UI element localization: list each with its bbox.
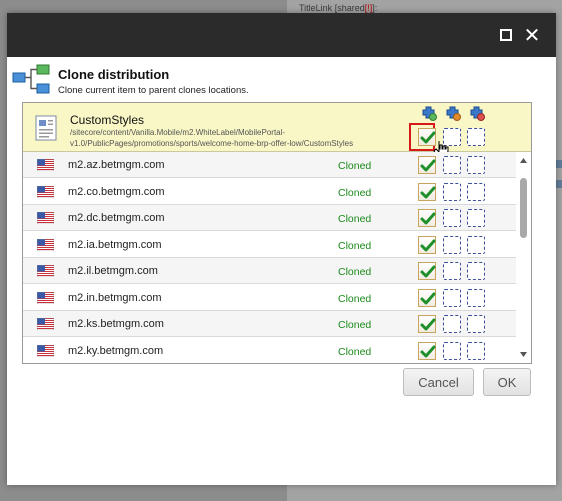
site-clone-checkbox-3[interactable] (467, 182, 485, 201)
site-clone-checkbox-3[interactable] (467, 315, 485, 333)
maximize-button[interactable] (496, 25, 516, 45)
clone-status: Cloned (338, 213, 372, 225)
cancel-button[interactable]: Cancel (403, 368, 474, 396)
list-scrollbar[interactable] (516, 152, 531, 363)
dialog-subtitle: Clone current item to parent clones loca… (58, 85, 249, 96)
site-name: m2.il.betmgm.com (68, 265, 158, 277)
site-clone-checkbox-3[interactable] (467, 235, 485, 254)
site-clone-checkbox-2[interactable] (443, 235, 461, 254)
close-icon: ✕ (523, 23, 541, 47)
site-name: m2.in.betmgm.com (68, 291, 162, 304)
clone-distribution-icon (12, 64, 50, 94)
clone-status: Cloned (338, 239, 372, 252)
clone-gray-icon (470, 106, 485, 121)
field-label-suffix: [shared (334, 3, 365, 13)
clone-distribution-dialog: ✕ Clone distribution Clone current item … (7, 13, 556, 485)
site-name: m2.ia.betmgm.com (68, 238, 162, 251)
clone-status: Cloned (338, 266, 372, 278)
clone-status: Cloned (338, 186, 372, 199)
site-name: m2.az.betmgm.com (68, 159, 165, 171)
site-clone-checkbox-1[interactable] (418, 315, 436, 333)
document-icon (35, 115, 57, 141)
us-flag-icon (36, 317, 55, 331)
site-clone-checkbox-1[interactable] (418, 209, 436, 227)
background-link-marker (556, 180, 562, 188)
scroll-up-icon[interactable] (519, 156, 528, 165)
maximize-icon (500, 29, 512, 41)
field-label-end: ]: (372, 3, 378, 13)
clone-status: Cloned (338, 345, 372, 358)
scroll-down-icon[interactable] (519, 350, 528, 359)
us-flag-icon (36, 291, 55, 304)
site-list: m2.az.betmgm.com Cloned m2.co.betmgm.com Cl… (23, 152, 516, 363)
item-clone-checkbox-3[interactable] (467, 128, 485, 146)
background-field-label: TitleLink [shared[!]]: (299, 3, 377, 13)
site-clone-checkbox-1[interactable] (418, 262, 436, 280)
site-clone-checkbox-1[interactable] (418, 156, 436, 174)
item-path: /sitecore/content/Vanilla.Mobile/m2.Whit… (70, 128, 354, 148)
site-clone-checkbox-2[interactable] (443, 341, 461, 360)
site-row: m2.dc.betmgm.com Cloned (23, 205, 516, 231)
site-clone-checkbox-2[interactable] (443, 262, 461, 280)
site-name: m2.ks.betmgm.com (68, 318, 164, 330)
site-name: m2.ky.betmgm.com (68, 344, 164, 357)
us-flag-icon (36, 238, 55, 251)
ok-button[interactable]: OK (483, 368, 531, 396)
site-clone-checkbox-3[interactable] (467, 156, 485, 174)
clone-status: Cloned (338, 292, 372, 305)
us-flag-icon (36, 344, 55, 357)
us-flag-icon (36, 185, 55, 198)
us-flag-icon (36, 211, 55, 225)
site-row: m2.ia.betmgm.com Cloned (23, 231, 516, 258)
site-clone-checkbox-3[interactable] (467, 262, 485, 280)
dialog-titlebar: ✕ (7, 13, 556, 57)
checkmark-icon (420, 186, 436, 198)
site-row: m2.ky.betmgm.com Cloned (23, 337, 516, 363)
checkmark-icon (420, 345, 436, 357)
dialog-title: Clone distribution (58, 67, 170, 82)
scrollbar-thumb[interactable] (520, 178, 527, 238)
clone-status: Cloned (338, 160, 372, 172)
site-clone-checkbox-1[interactable] (418, 341, 436, 360)
us-flag-icon (36, 264, 55, 278)
us-flag-icon (36, 158, 55, 172)
site-clone-checkbox-2[interactable] (443, 182, 461, 201)
site-clone-checkbox-3[interactable] (467, 209, 485, 227)
clone-icon (422, 106, 437, 121)
checkmark-icon (420, 318, 436, 331)
site-row: m2.il.betmgm.com Cloned (23, 258, 516, 284)
site-clone-checkbox-1[interactable] (418, 288, 436, 307)
close-button[interactable]: ✕ (522, 25, 542, 45)
field-label-text: TitleLink (299, 3, 333, 13)
dialog-header: Clone distribution Clone current item to… (7, 57, 556, 101)
site-clone-checkbox-1[interactable] (418, 182, 436, 201)
site-row: m2.ks.betmgm.com Cloned (23, 311, 516, 337)
item-name: CustomStyles (70, 113, 145, 127)
site-clone-checkbox-2[interactable] (443, 288, 461, 307)
source-item-row: CustomStyles /sitecore/content/Vanilla.M… (23, 103, 531, 159)
site-name: m2.dc.betmgm.com (68, 212, 165, 224)
site-clone-checkbox-2[interactable] (443, 156, 461, 174)
site-clone-checkbox-3[interactable] (467, 288, 485, 307)
clone-blue-icon (446, 106, 461, 121)
background-link-marker (556, 160, 562, 168)
site-row: m2.in.betmgm.com Cloned (23, 284, 516, 311)
checkmark-icon (420, 159, 436, 172)
checkmark-icon (420, 212, 436, 225)
clone-status: Cloned (338, 319, 372, 331)
site-clone-checkbox-2[interactable] (443, 315, 461, 333)
site-row: m2.az.betmgm.com Cloned (23, 152, 516, 178)
checkmark-icon (420, 239, 436, 251)
clone-list-panel: CustomStyles /sitecore/content/Vanilla.M… (22, 102, 532, 364)
checkmark-icon (420, 292, 436, 304)
site-row: m2.co.betmgm.com Cloned (23, 178, 516, 205)
checkmark-icon (420, 265, 436, 278)
site-clone-checkbox-1[interactable] (418, 235, 436, 254)
site-clone-checkbox-2[interactable] (443, 209, 461, 227)
site-clone-checkbox-3[interactable] (467, 341, 485, 360)
site-name: m2.co.betmgm.com (68, 185, 165, 198)
